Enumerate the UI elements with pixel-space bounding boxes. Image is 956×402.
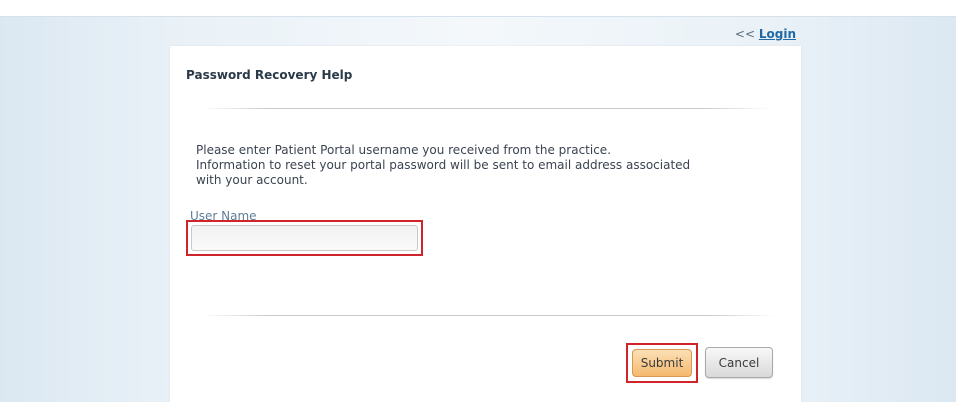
instructions-text: Please enter Patient Portal username you… [196, 143, 776, 188]
back-arrows: << [734, 27, 756, 41]
submit-button[interactable]: Submit [632, 349, 692, 377]
back-to-login: << Login [735, 27, 796, 41]
instruction-line: Please enter Patient Portal username you… [196, 143, 612, 157]
instruction-line: with your account. [196, 173, 308, 187]
username-highlight-box [186, 220, 423, 256]
cancel-button[interactable]: Cancel [705, 347, 773, 378]
password-recovery-panel: Password Recovery Help Please enter Pati… [170, 46, 801, 402]
top-header-strip [0, 0, 956, 17]
login-link[interactable]: Login [759, 27, 796, 41]
submit-highlight-box: Submit [626, 343, 698, 383]
instruction-line: Information to reset your portal passwor… [196, 158, 691, 172]
title-divider [202, 108, 770, 109]
panel-title: Password Recovery Help [186, 68, 353, 82]
username-input[interactable] [191, 225, 418, 251]
footer-divider [202, 315, 776, 316]
